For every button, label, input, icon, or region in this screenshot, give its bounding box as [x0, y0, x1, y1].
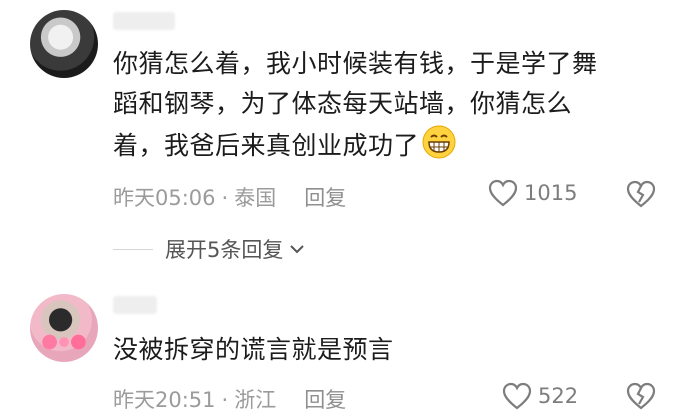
like-count: 522	[538, 384, 579, 408]
like-button[interactable]: 522	[502, 382, 578, 410]
reply-button[interactable]: 回复	[304, 388, 346, 412]
expand-replies-label: 展开5条回复	[165, 238, 284, 262]
comment-location: 泰国	[234, 186, 277, 210]
comment-meta: 昨天05:06 · 泰国 回复	[113, 182, 346, 212]
comment-text: 没被拆穿的谎言就是预言	[113, 330, 394, 370]
heart-icon	[502, 382, 532, 410]
comment-time: 昨天05:06	[113, 186, 216, 210]
comment-line: 蹈和钢琴，为了体态每天站墙，你猜怎么	[113, 89, 573, 118]
expand-replies[interactable]: 展开5条回复	[113, 234, 305, 264]
username[interactable]	[113, 12, 175, 30]
comment-meta: 昨天20:51 · 浙江 回复	[113, 384, 346, 414]
comment-text: 你猜怎么着，我小时候装有钱，于是学了舞 蹈和钢琴，为了体态每天站墙，你猜怎么 着…	[113, 44, 598, 166]
separator: ·	[221, 186, 229, 210]
heart-icon	[488, 179, 518, 207]
reply-button[interactable]: 回复	[304, 186, 346, 210]
like-count: 1015	[524, 181, 578, 205]
username[interactable]	[113, 296, 157, 314]
separator: ·	[221, 388, 229, 412]
divider	[113, 248, 153, 250]
comment-line: 你猜怎么着，我小时候装有钱，于是学了舞	[113, 49, 598, 78]
broken-heart-icon[interactable]	[626, 180, 656, 208]
comment-line: 着，我爸后来真创业成功了	[113, 124, 598, 166]
comment-line: 没被拆穿的谎言就是预言	[113, 335, 394, 364]
chevron-down-icon	[290, 245, 305, 254]
grinning-face-icon	[422, 125, 456, 159]
comment-time: 昨天20:51	[113, 388, 216, 412]
broken-heart-icon[interactable]	[626, 382, 656, 410]
avatar[interactable]	[30, 10, 98, 78]
comment-location: 浙江	[234, 388, 277, 412]
like-button[interactable]: 1015	[488, 179, 577, 207]
avatar[interactable]	[30, 294, 98, 362]
